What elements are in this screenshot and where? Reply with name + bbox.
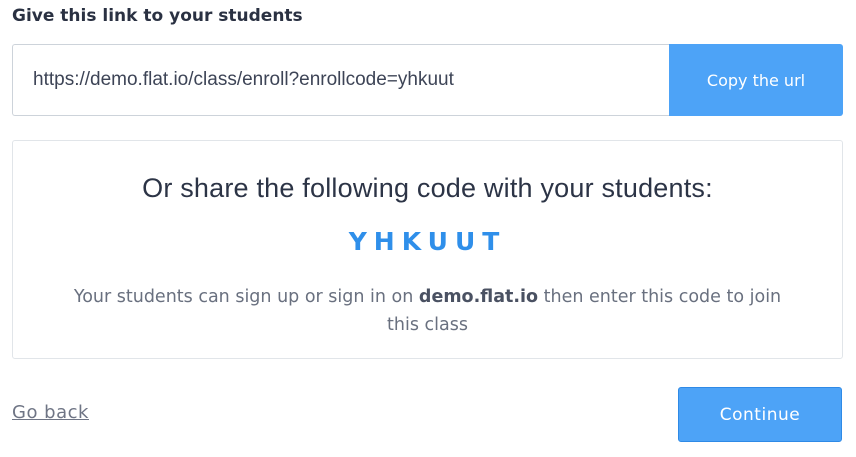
continue-button[interactable]: Continue <box>678 387 842 442</box>
copy-url-label: Copy the url <box>706 70 806 90</box>
share-code-title: Or share the following code with your st… <box>142 173 713 203</box>
copy-url-button[interactable]: Copy the url <box>669 44 843 116</box>
enroll-url-row: Copy the url <box>12 44 843 116</box>
continue-label: Continue <box>719 404 801 425</box>
go-back-link[interactable]: Go back <box>12 402 89 423</box>
share-code-panel: Or share the following code with your st… <box>12 140 843 359</box>
class-code: YHKUUT <box>348 227 507 256</box>
desc-prefix: Your students can sign up or sign in on <box>73 287 419 307</box>
share-code-description: Your students can sign up or sign in on … <box>73 283 782 339</box>
page-heading: Give this link to your students <box>12 6 303 26</box>
desc-domain: demo.flat.io <box>418 287 539 307</box>
enroll-url-input[interactable] <box>12 44 669 116</box>
